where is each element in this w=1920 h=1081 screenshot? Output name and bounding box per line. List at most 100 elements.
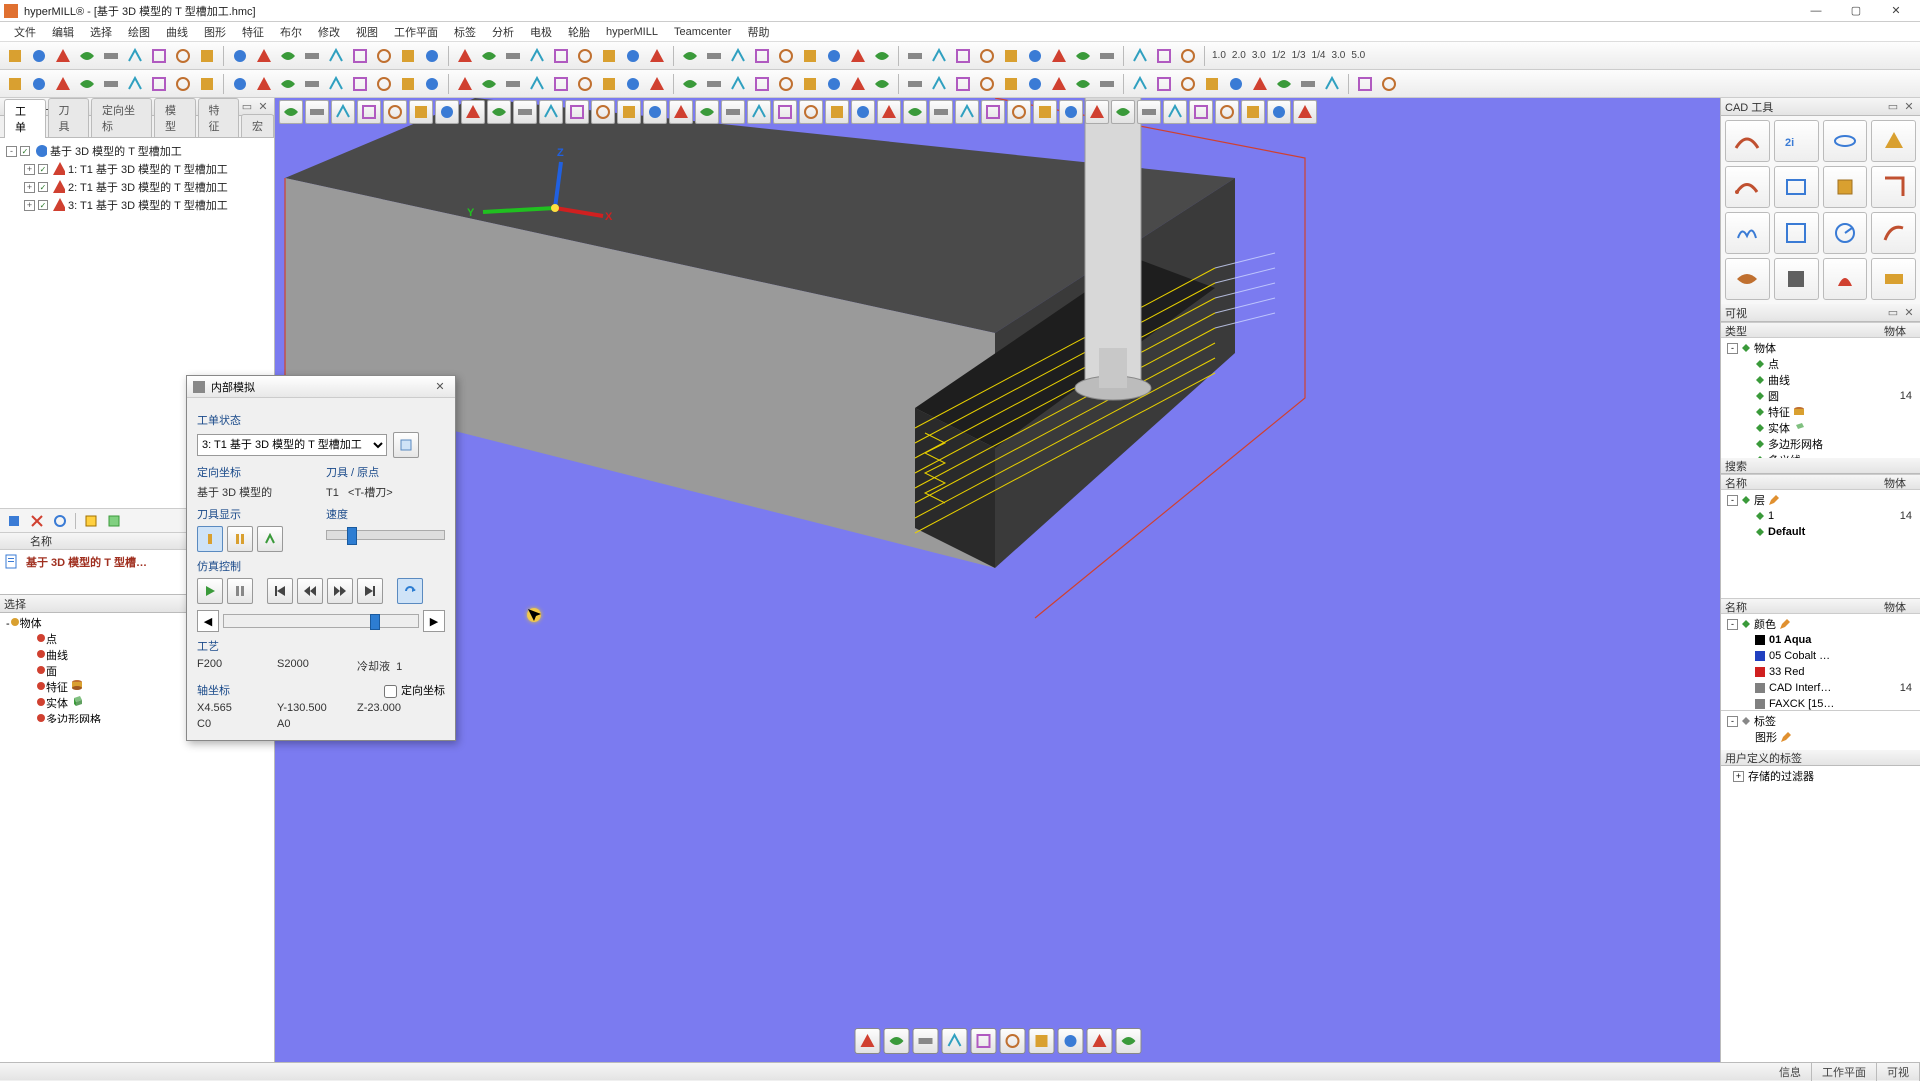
tb1-btn-32[interactable] [799,45,821,67]
tb1-btn-21[interactable] [526,45,548,67]
cad-tool-13[interactable] [1774,258,1819,300]
menu-布尔[interactable]: 布尔 [272,22,310,42]
tb1-btn-3[interactable] [76,45,98,67]
tab-宏[interactable]: 宏 [241,114,274,137]
tb-numeric[interactable]: 1/4 [1310,50,1328,61]
tb1-btn-10[interactable] [253,45,275,67]
tree-node[interactable]: FAXCK [15… [1723,696,1918,710]
view-top-btn-29[interactable] [1033,100,1057,124]
tree-node[interactable]: -物体 [1723,340,1918,356]
view-top-btn-6[interactable] [435,100,459,124]
tab-工单[interactable]: 工单 [4,99,46,138]
tb2-btn-33[interactable] [823,73,845,95]
tb1-btn-6[interactable] [148,45,170,67]
tb1-btn-31[interactable] [775,45,797,67]
tree-toggle[interactable]: - [6,146,17,157]
panel-close-icon[interactable]: ✕ [1902,100,1916,114]
tb1-btn-13[interactable] [325,45,347,67]
tb1-btn-1[interactable] [28,45,50,67]
tb1-btn-11[interactable] [277,45,299,67]
tb2-btn-41[interactable] [1024,73,1046,95]
view-top-btn-21[interactable] [825,100,849,124]
tree-check[interactable]: ✓ [38,164,48,174]
tb2-btn-9[interactable] [229,73,251,95]
tb2-btn-37[interactable] [928,73,950,95]
play-button[interactable] [197,578,223,604]
view-top-btn-37[interactable] [1241,100,1265,124]
speed-slider[interactable] [326,530,445,540]
tb2-btn-14[interactable] [349,73,371,95]
tree-node[interactable]: -✓基于 3D 模型的 T 型槽加工 [2,142,272,160]
tb1-btn-43[interactable] [1072,45,1094,67]
tb2-btn-45[interactable] [1129,73,1151,95]
simulation-dialog[interactable]: 内部模拟 ✕ 工单状态 3: T1 基于 3D 模型的 T 型槽加工 定向坐标 … [186,375,456,741]
tag-tree[interactable]: -标签图形 [1721,710,1920,750]
tb2-btn-4[interactable] [100,73,122,95]
tab-特征[interactable]: 特征 [198,98,240,137]
tb2-btn-36[interactable] [904,73,926,95]
view-top-btn-25[interactable] [929,100,953,124]
tree-node[interactable]: -标签 [1723,713,1918,729]
tb1-btn-9[interactable] [229,45,251,67]
tb2-btn-18[interactable] [454,73,476,95]
tb2-btn-42[interactable] [1048,73,1070,95]
tb2-btn-34[interactable] [847,73,869,95]
tree-check[interactable]: ✓ [38,200,48,210]
tree-toggle[interactable]: + [24,182,35,193]
cad-tool-12[interactable] [1725,258,1770,300]
progress-back[interactable]: ◀ [197,610,219,632]
cad-tool-4[interactable] [1725,166,1770,208]
cad-tool-5[interactable] [1774,166,1819,208]
view-top-btn-17[interactable] [721,100,745,124]
tb1-btn-2[interactable] [52,45,74,67]
tree-node[interactable]: 特征 [1723,404,1918,420]
view-top-btn-26[interactable] [955,100,979,124]
tb2-btn-54[interactable] [1354,73,1376,95]
tb1-btn-33[interactable] [823,45,845,67]
tb2-btn-35[interactable] [871,73,893,95]
tb1-btn-23[interactable] [574,45,596,67]
view-bottom-btn-3[interactable] [941,1028,967,1054]
tb1-btn-22[interactable] [550,45,572,67]
tb1-btn-42[interactable] [1048,45,1070,67]
tb2-btn-53[interactable] [1321,73,1343,95]
view-top-btn-23[interactable] [877,100,901,124]
cad-tool-2[interactable] [1823,120,1868,162]
view-top-btn-38[interactable] [1267,100,1291,124]
cad-tool-15[interactable] [1871,258,1916,300]
tb1-btn-27[interactable] [679,45,701,67]
tree-node[interactable]: 图形 [1723,729,1918,745]
tb2-btn-51[interactable] [1273,73,1295,95]
tree-node[interactable]: -颜色 [1723,616,1918,632]
tab-模型[interactable]: 模型 [154,98,196,137]
tb2-btn-13[interactable] [325,73,347,95]
view-top-btn-11[interactable] [565,100,589,124]
view-top-btn-15[interactable] [669,100,693,124]
view-bottom-btn-0[interactable] [854,1028,880,1054]
tree-node[interactable]: 多边形网格 [1723,436,1918,452]
panel-float-icon[interactable]: ▭ [1886,306,1900,320]
view-top-btn-33[interactable] [1137,100,1161,124]
tb2-btn-50[interactable] [1249,73,1271,95]
view-top-btn-32[interactable] [1111,100,1135,124]
tb1-btn-41[interactable] [1024,45,1046,67]
tree-node[interactable]: CAD Interf…14 [1723,680,1918,696]
tb2-btn-30[interactable] [751,73,773,95]
filter-row[interactable]: +存储的过滤器 [1721,766,1920,784]
tb2-btn-55[interactable] [1378,73,1400,95]
tree-node[interactable]: 点 [1723,356,1918,372]
menu-Teamcenter[interactable]: Teamcenter [666,24,739,40]
tb1-btn-35[interactable] [871,45,893,67]
3d-viewport[interactable]: X Y Z [275,98,1720,1062]
visibility-tree[interactable]: -物体点曲线圆14特征实体多边形网格多义线点云 [1721,338,1920,458]
tb2-btn-46[interactable] [1153,73,1175,95]
tb2-btn-22[interactable] [550,73,572,95]
tab-定向坐标[interactable]: 定向坐标 [91,98,152,137]
tb2-btn-31[interactable] [775,73,797,95]
tb-numeric[interactable]: 1.0 [1210,50,1228,61]
tree-node[interactable]: +✓1: T1 基于 3D 模型的 T 型槽加工 [2,160,272,178]
disp-mode-1[interactable] [197,526,223,552]
disp-mode-2[interactable] [227,526,253,552]
tb1-btn-14[interactable] [349,45,371,67]
tb-numeric[interactable]: 3.0 [1329,50,1347,61]
